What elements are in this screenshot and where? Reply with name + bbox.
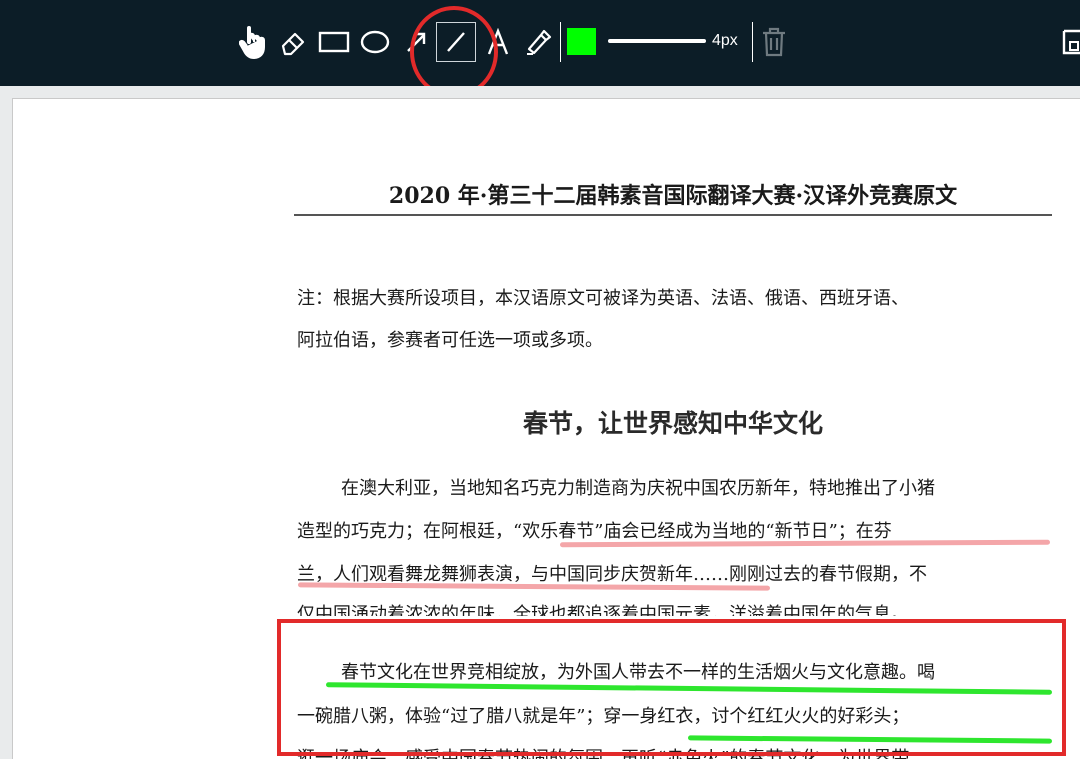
ellipse-icon	[360, 30, 390, 54]
section-heading: 春节，让世界感知中华文化	[522, 409, 823, 438]
eraser-icon	[281, 32, 305, 56]
annotation-toolbar: 4px	[0, 0, 1080, 86]
save-icon	[1062, 29, 1080, 55]
title-rule	[294, 214, 1052, 216]
text-tool-button[interactable]	[478, 22, 518, 62]
document-title: 2020 年·第三十二届韩素音国际翻译大赛·汉译外竞赛原文	[388, 183, 958, 209]
color-picker[interactable]	[567, 28, 596, 55]
paragraph-line: 仅中国涌动着浓浓的年味，全球也都追逐着中国元素，洋溢着中国年的气息。	[297, 604, 909, 616]
line-tool-button[interactable]	[436, 22, 476, 62]
delete-button[interactable]	[754, 22, 794, 62]
trash-icon	[763, 27, 785, 57]
rectangle-tool-button[interactable]	[314, 22, 354, 62]
text-icon	[487, 28, 509, 55]
note-line: 阿拉伯语，参赛者可任选一项或多项。	[297, 330, 603, 351]
stroke-width-label: 4px	[712, 32, 738, 49]
hand-icon	[239, 26, 265, 59]
save-button[interactable]	[1062, 22, 1080, 62]
ellipse-tool-button[interactable]	[355, 22, 395, 62]
line-icon	[447, 32, 465, 52]
note-line: 注：根据大赛所设项目，本汉语原文可被译为英语、法语、俄语、西班牙语、	[297, 288, 909, 309]
arrow-icon	[407, 32, 426, 52]
arrow-tool-button[interactable]	[396, 22, 436, 62]
eraser-tool-button[interactable]	[273, 22, 313, 62]
toolbar-divider	[752, 22, 753, 62]
hand-tool-button[interactable]	[234, 22, 274, 62]
paragraph-line: 逛一场庙会，感受中国春节热闹的氛围；再听“赤兔火”的春节文化，为世界带	[297, 748, 910, 759]
toolbar-divider	[560, 22, 561, 62]
stroke-width-slider[interactable]	[608, 39, 706, 43]
rectangle-icon	[318, 31, 350, 53]
paragraph-line: 一碗腊八粥，体验“过了腊八就是年”；穿一身红衣，讨个红红火火的好彩头；	[297, 706, 910, 727]
paragraph-line: 在澳大利亚，当地知名巧克力制造商为庆祝中国农历新年，特地推出了小猪	[341, 478, 935, 499]
pen-icon	[527, 29, 552, 55]
highlighter-tool-button[interactable]	[518, 22, 558, 62]
